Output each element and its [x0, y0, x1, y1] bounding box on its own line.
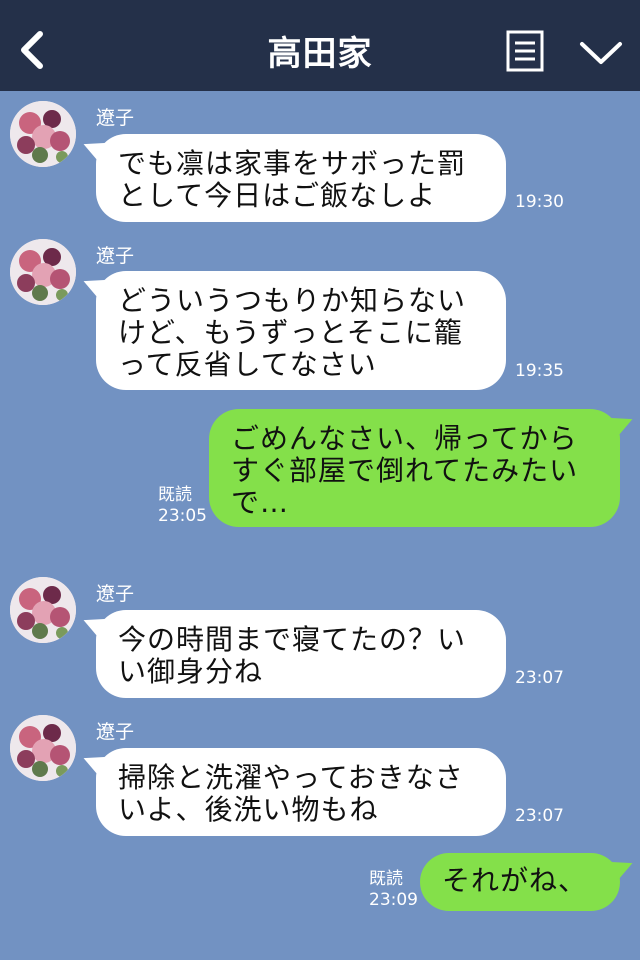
- chat-title: 高田家: [267, 34, 373, 74]
- read-receipt: 既読: [158, 485, 192, 505]
- chevron-down-icon[interactable]: [578, 36, 624, 68]
- message-time: 23:05: [158, 506, 207, 526]
- flower-avatar-icon: [10, 715, 76, 781]
- avatar[interactable]: [10, 715, 76, 781]
- note-menu-icon[interactable]: [506, 30, 544, 72]
- message-bubble[interactable]: 掃除と洗濯やっておきなさ いよ、後洗い物もね: [96, 748, 506, 836]
- message-meta: 既読 23:05: [158, 485, 207, 527]
- message-bubble[interactable]: どういうつもりか知らない けど、もうずっとそこに籠 って反省してなさい: [96, 271, 506, 390]
- flower-avatar-icon: [10, 577, 76, 643]
- flower-avatar-icon: [10, 239, 76, 305]
- sender-name: 遼子: [96, 721, 135, 743]
- avatar[interactable]: [10, 239, 76, 305]
- read-receipt: 既読: [369, 869, 403, 889]
- message-time: 23:07: [515, 668, 564, 688]
- message-bubble[interactable]: でも凛は家事をサボった罰 として今日はご飯なしよ: [96, 134, 506, 222]
- sender-name: 遼子: [96, 107, 135, 129]
- avatar[interactable]: [10, 577, 76, 643]
- message-bubble[interactable]: それがね、: [420, 853, 620, 911]
- sender-name: 遼子: [96, 583, 135, 605]
- message-meta: 既読 23:09: [369, 869, 418, 911]
- message-bubble[interactable]: 今の時間まで寝てたの？い い御身分ね: [96, 610, 506, 698]
- sender-name: 遼子: [96, 245, 135, 267]
- message-time: 23:07: [515, 806, 564, 826]
- message-time: 23:09: [369, 890, 418, 910]
- flower-avatar-icon: [10, 101, 76, 167]
- message-time: 19:30: [515, 192, 564, 212]
- chat-header: 高田家: [0, 0, 640, 91]
- message-bubble[interactable]: ごめんなさい、帰ってから すぐ部屋で倒れてたみたい で…: [209, 409, 620, 527]
- avatar[interactable]: [10, 101, 76, 167]
- message-time: 19:35: [515, 361, 564, 381]
